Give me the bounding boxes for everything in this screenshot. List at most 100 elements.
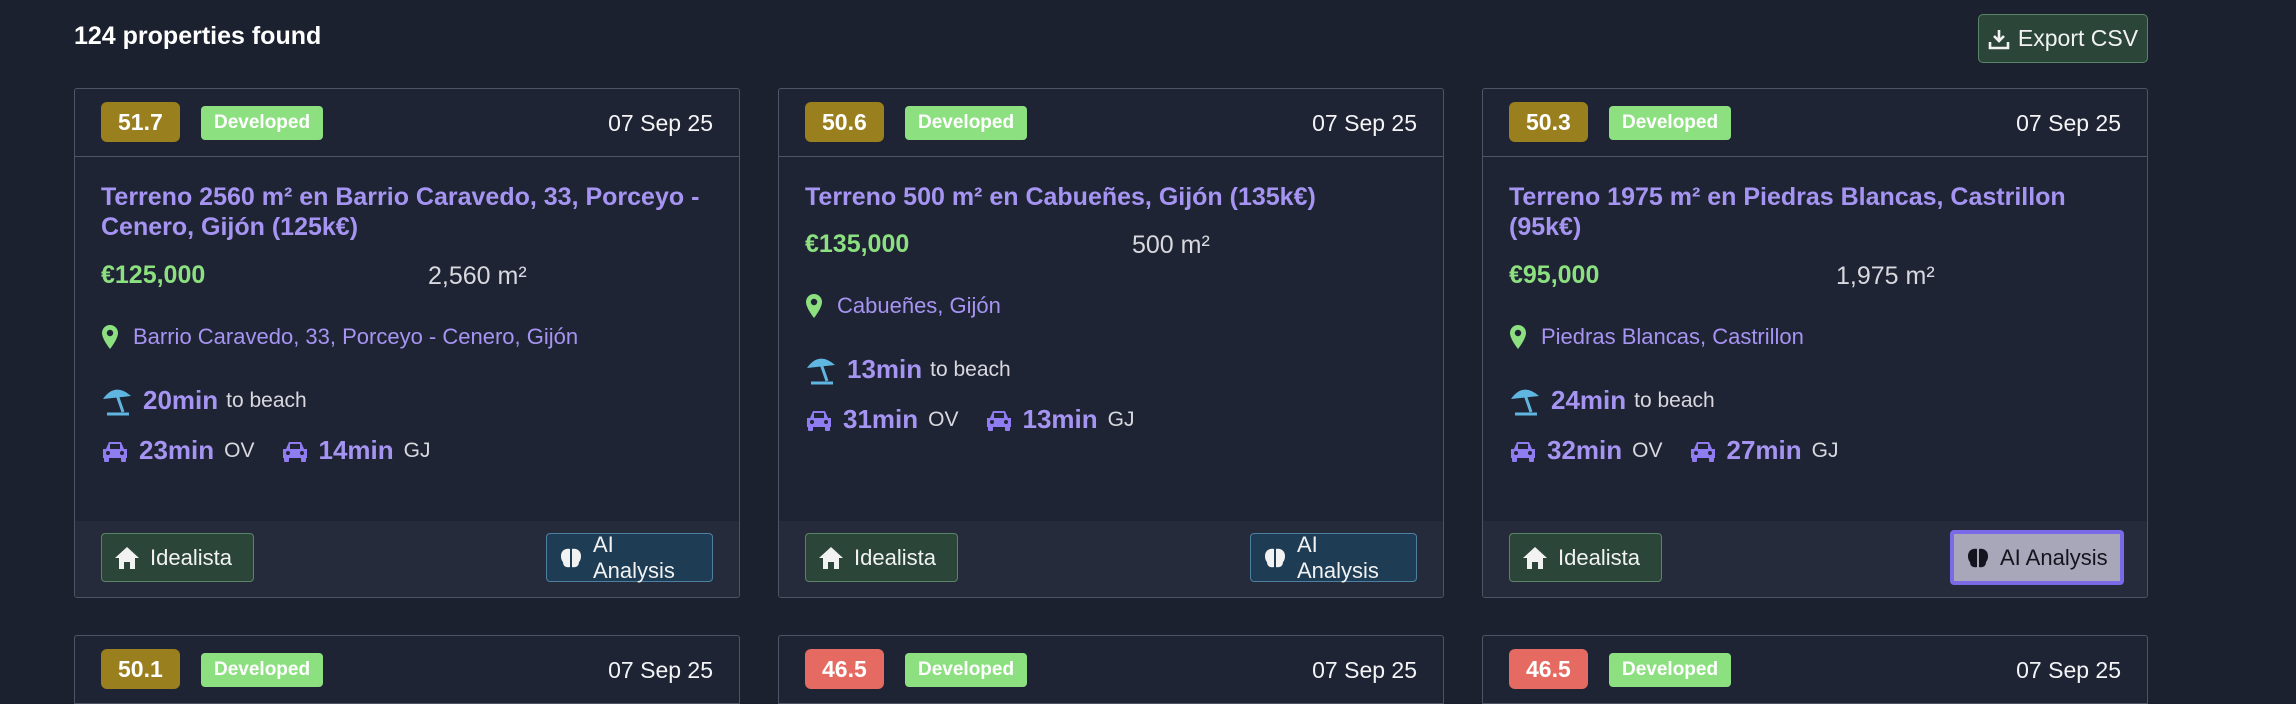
listing-date: 07 Sep 25 — [2016, 657, 2121, 683]
idealista-label: Idealista — [1558, 544, 1640, 570]
card-footer: Idealista AI Analysis — [1483, 521, 2147, 597]
map-pin-icon — [101, 324, 119, 350]
download-icon — [1988, 28, 2010, 50]
property-area: 2,560 m² — [428, 262, 527, 290]
car-icon — [985, 408, 1013, 432]
status-badge: Developed — [905, 653, 1028, 687]
car-icon — [281, 439, 309, 463]
card-header: 50.6 Developed 07 Sep 25 — [779, 89, 1443, 157]
property-area: 1,975 m² — [1836, 262, 1935, 290]
card-header: 50.3 Developed 07 Sep 25 — [1483, 89, 2147, 157]
card-header: 46.5 Developed 07 Sep 25 — [1483, 636, 2147, 704]
idealista-label: Idealista — [150, 544, 232, 570]
card-header: 50.1 Developed 07 Sep 25 — [75, 636, 739, 704]
card-footer: Idealista AI Analysis — [75, 521, 739, 597]
property-location: Cabueñes, Gijón — [805, 293, 1001, 319]
drive-destination-code: OV — [1632, 438, 1663, 462]
idealista-button[interactable]: Idealista — [805, 533, 958, 582]
property-price: €125,000 — [101, 261, 206, 289]
score-badge: 46.5 — [805, 649, 884, 689]
brain-icon — [559, 546, 583, 570]
results-count: 124 properties found — [74, 22, 322, 50]
beach-time: 13min — [847, 354, 923, 384]
drive-time-value: 27min — [1726, 435, 1802, 465]
property-card: 50.6 Developed 07 Sep 25 Terreno 500 m² … — [778, 88, 1444, 598]
property-location: Piedras Blancas, Castrillon — [1509, 324, 1804, 350]
location-label: Barrio Caravedo, 33, Porceyo - Cenero, G… — [133, 324, 579, 349]
card-header: 51.7 Developed 07 Sep 25 — [75, 89, 739, 157]
drive-destination-code: OV — [224, 438, 255, 462]
score-badge: 50.1 — [101, 649, 180, 689]
status-badge: Developed — [201, 106, 324, 140]
card-header: 46.5 Developed 07 Sep 25 — [779, 636, 1443, 704]
car-icon — [805, 408, 833, 432]
property-title-link[interactable]: Terreno 1975 m² en Piedras Blancas, Cast… — [1509, 182, 2123, 242]
drive-time-gj: 13min GJ — [985, 404, 1135, 435]
property-card: 50.1 Developed 07 Sep 25 — [74, 635, 740, 704]
ai-analysis-button[interactable]: AI Analysis — [1250, 532, 1417, 583]
home-icon — [1522, 546, 1548, 570]
listing-date: 07 Sep 25 — [608, 110, 713, 136]
drive-time-value: 31min — [843, 404, 919, 434]
property-card: 50.3 Developed 07 Sep 25 Terreno 1975 m²… — [1482, 88, 2148, 598]
drive-destination-code: GJ — [1107, 407, 1135, 431]
score-badge: 46.5 — [1509, 649, 1588, 689]
beach-label: to beach — [930, 357, 1011, 381]
drive-times: 31min OV 13min GJ — [805, 404, 1161, 435]
drive-time-value: 23min — [139, 435, 215, 465]
status-badge: Developed — [201, 653, 324, 687]
property-price: €95,000 — [1509, 261, 1600, 289]
beach-label: to beach — [226, 388, 307, 412]
status-badge: Developed — [905, 106, 1028, 140]
beach-label: to beach — [1634, 388, 1715, 412]
drive-destination-code: GJ — [1811, 438, 1839, 462]
score-badge: 51.7 — [101, 102, 180, 142]
property-card: 51.7 Developed 07 Sep 25 Terreno 2560 m²… — [74, 88, 740, 598]
beach-time: 24min — [1551, 385, 1627, 415]
beach-umbrella-icon — [805, 355, 839, 385]
listing-date: 07 Sep 25 — [1312, 110, 1417, 136]
listing-date: 07 Sep 25 — [608, 657, 713, 683]
drive-time-ov: 31min OV — [805, 404, 959, 435]
property-price: €135,000 — [805, 230, 910, 258]
idealista-button[interactable]: Idealista — [1509, 533, 1662, 582]
listing-date: 07 Sep 25 — [1312, 657, 1417, 683]
map-pin-icon — [805, 293, 823, 319]
drive-time-value: 32min — [1547, 435, 1623, 465]
drive-times: 32min OV 27min GJ — [1509, 435, 1865, 466]
car-icon — [1509, 439, 1537, 463]
ai-analysis-button[interactable]: AI Analysis — [546, 531, 713, 583]
property-card: 46.5 Developed 07 Sep 25 — [1482, 635, 2148, 704]
ai-analysis-button[interactable]: AI Analysis — [1950, 530, 2124, 585]
property-card: 46.5 Developed 07 Sep 25 — [778, 635, 1444, 704]
ai-analysis-label: AI Analysis — [593, 531, 675, 583]
property-title-link[interactable]: Terreno 500 m² en Cabueñes, Gijón (135k€… — [805, 182, 1419, 212]
beach-time: 20min — [143, 385, 219, 415]
drive-time-ov: 32min OV — [1509, 435, 1663, 466]
brain-icon — [1966, 546, 1990, 570]
export-csv-button[interactable]: Export CSV — [1978, 14, 2148, 63]
drive-destination-code: OV — [928, 407, 959, 431]
car-icon — [101, 439, 129, 463]
beach-distance: 13min to beach — [805, 354, 1011, 385]
export-csv-label: Export CSV — [2017, 25, 2139, 51]
drive-time-gj: 27min GJ — [1689, 435, 1839, 466]
beach-distance: 20min to beach — [101, 385, 307, 416]
map-pin-icon — [1509, 324, 1527, 350]
location-label: Cabueñes, Gijón — [837, 293, 1001, 318]
location-label: Piedras Blancas, Castrillon — [1541, 324, 1804, 349]
status-badge: Developed — [1609, 653, 1732, 687]
beach-umbrella-icon — [1509, 386, 1543, 416]
status-badge: Developed — [1609, 106, 1732, 140]
home-icon — [818, 546, 844, 570]
listing-date: 07 Sep 25 — [2016, 110, 2121, 136]
idealista-label: Idealista — [854, 544, 936, 570]
property-title-link[interactable]: Terreno 2560 m² en Barrio Caravedo, 33, … — [101, 182, 715, 242]
beach-umbrella-icon — [101, 386, 135, 416]
card-footer: Idealista AI Analysis — [779, 521, 1443, 597]
beach-distance: 24min to beach — [1509, 385, 1715, 416]
idealista-button[interactable]: Idealista — [101, 533, 254, 582]
drive-destination-code: GJ — [403, 438, 431, 462]
drive-time-value: 14min — [318, 435, 394, 465]
home-icon — [114, 546, 140, 570]
